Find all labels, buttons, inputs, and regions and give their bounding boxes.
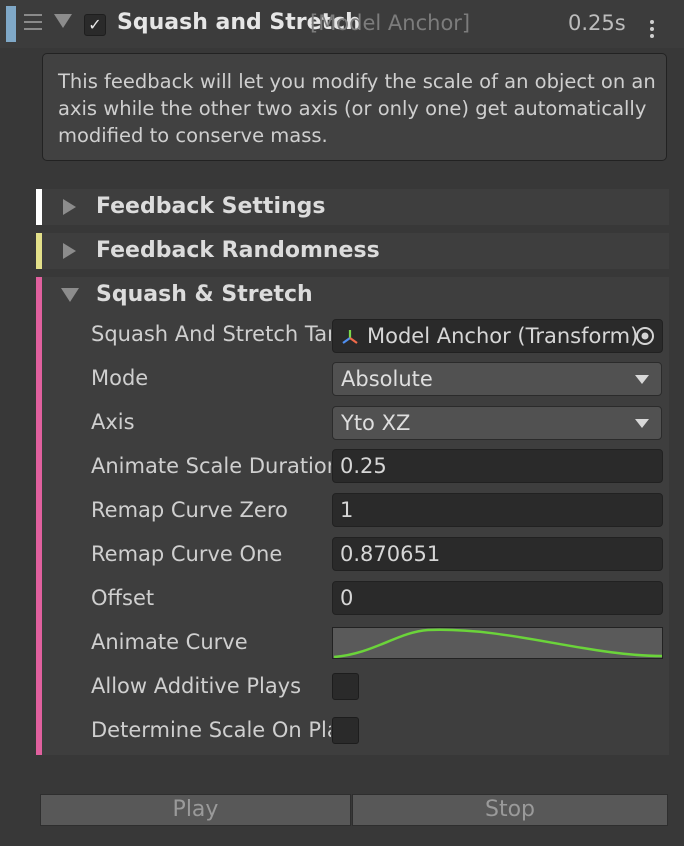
feedback-color-bar (6, 6, 16, 42)
section-label: Feedback Randomness (96, 238, 380, 263)
mode-dropdown[interactable]: Absolute (332, 362, 662, 396)
animate-curve-field[interactable] (332, 627, 663, 659)
section-color-bar (36, 233, 42, 269)
determine-scale-on-play-checkbox[interactable] (332, 717, 359, 744)
remap-curve-one-label: Remap Curve One (91, 542, 283, 566)
section-label[interactable]: Squash & Stretch (96, 282, 313, 307)
target-label: Squash And Stretch Target (91, 322, 331, 346)
allow-additive-plays-label: Allow Additive Plays (91, 674, 302, 698)
axis-label: Axis (91, 410, 135, 434)
offset-label: Offset (91, 586, 155, 610)
axis-value: Yto XZ (341, 411, 411, 435)
curve-preview (333, 628, 663, 659)
section-color-bar (36, 189, 42, 225)
offset-field[interactable]: 0 (332, 581, 663, 615)
remap-curve-one-field[interactable]: 0.870651 (332, 537, 663, 571)
remap-curve-zero-label: Remap Curve Zero (91, 498, 288, 522)
feedback-target-label: [Model Anchor] (310, 11, 471, 35)
object-picker-icon[interactable] (635, 326, 655, 346)
animate-scale-duration-label: Animate Scale Duration (91, 454, 331, 478)
axis-dropdown[interactable]: Yto XZ (332, 406, 662, 440)
remap-curve-zero-field[interactable]: 1 (332, 493, 663, 527)
foldout-arrow-icon[interactable] (54, 14, 72, 28)
section-feedback-settings[interactable]: Feedback Settings (36, 189, 669, 225)
section-color-bar (36, 277, 42, 755)
chevron-right-icon (63, 243, 76, 259)
animate-curve-label: Animate Curve (91, 630, 248, 654)
transform-icon (342, 330, 358, 344)
drag-handle-icon[interactable] (24, 14, 46, 34)
mode-value: Absolute (341, 367, 433, 391)
stop-button[interactable]: Stop (352, 794, 668, 826)
chevron-down-icon[interactable] (61, 288, 79, 302)
feedback-duration: 0.25s (568, 11, 626, 35)
determine-scale-on-play-label: Determine Scale On Play (91, 718, 331, 742)
section-feedback-randomness[interactable]: Feedback Randomness (36, 233, 669, 269)
enabled-checkbox[interactable]: ✓ (84, 14, 106, 36)
section-label: Feedback Settings (96, 194, 326, 219)
animate-scale-duration-field[interactable]: 0.25 (332, 449, 663, 483)
target-object-value: Model Anchor (Transform) (367, 324, 639, 348)
target-object-field[interactable]: Model Anchor (Transform) (332, 319, 663, 353)
help-text: This feedback will let you modify the sc… (58, 70, 656, 147)
play-button[interactable]: Play (40, 794, 351, 826)
dropdown-arrow-icon (635, 419, 649, 428)
context-menu-icon[interactable] (650, 20, 656, 41)
mode-label: Mode (91, 366, 149, 390)
chevron-right-icon (63, 199, 76, 215)
dropdown-arrow-icon (635, 375, 649, 384)
allow-additive-plays-checkbox[interactable] (332, 673, 359, 700)
